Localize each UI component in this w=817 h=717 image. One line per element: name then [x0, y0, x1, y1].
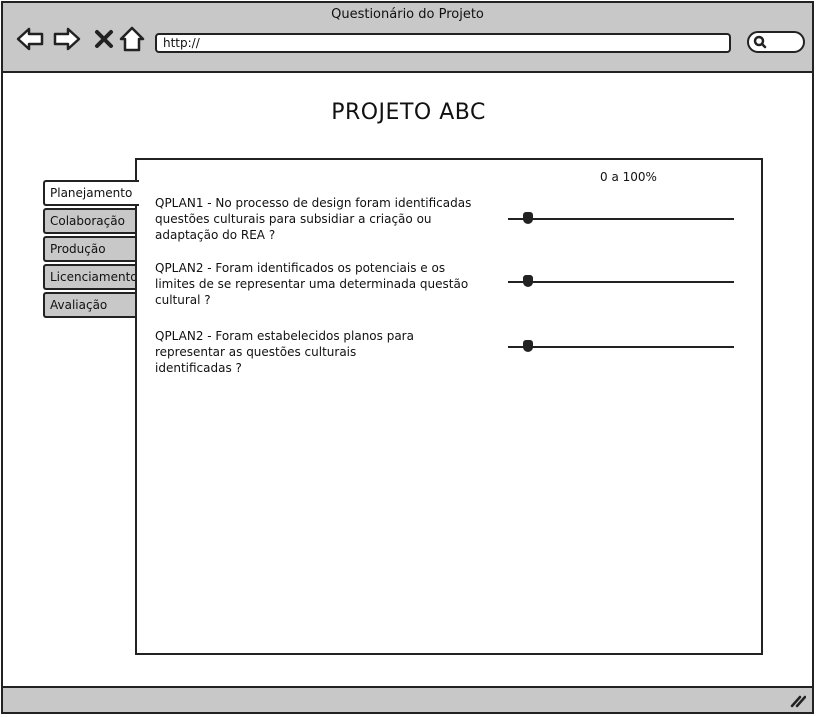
- question-text: QPLAN1 - No processo de design foram ide…: [155, 196, 472, 242]
- question-slider[interactable]: [508, 340, 734, 354]
- close-icon[interactable]: [89, 25, 119, 53]
- slider-track: [508, 346, 734, 348]
- slider-thumb[interactable]: [523, 340, 533, 352]
- tab-colaboracao[interactable]: Colaboração: [43, 208, 137, 234]
- scale-label: 0 a 100%: [600, 170, 657, 184]
- status-bar: [3, 686, 812, 712]
- forward-arrow-icon[interactable]: [52, 25, 82, 53]
- slider-track: [508, 218, 734, 220]
- home-icon[interactable]: [117, 25, 147, 53]
- tab-producao[interactable]: Produção: [43, 236, 137, 262]
- tab-planejamento[interactable]: Planejamento: [43, 180, 139, 206]
- page-title: PROJETO ABC: [331, 100, 486, 125]
- question-slider[interactable]: [508, 275, 734, 289]
- tab-label: Licenciamento: [50, 270, 138, 284]
- back-arrow-icon[interactable]: [15, 25, 45, 53]
- search-icon: [753, 35, 767, 49]
- resize-grip-icon[interactable]: [790, 694, 806, 708]
- slider-thumb[interactable]: [523, 275, 533, 287]
- tab-label: Avaliação: [50, 298, 108, 312]
- question-slider[interactable]: [508, 212, 734, 226]
- question-text: QPLAN2 - Foram identificados os potencia…: [155, 261, 469, 307]
- tab-label: Planejamento: [50, 186, 133, 200]
- tab-label: Produção: [50, 242, 106, 256]
- search-box[interactable]: [747, 31, 805, 53]
- slider-thumb[interactable]: [523, 212, 533, 224]
- tab-avaliacao[interactable]: Avaliação: [43, 292, 137, 318]
- slider-track: [508, 281, 734, 283]
- window-title: Questionário do Projeto: [331, 7, 484, 22]
- browser-toolbar: Questionário do Projeto http://: [3, 3, 812, 73]
- tab-label: Colaboração: [50, 214, 125, 228]
- url-input[interactable]: http://: [155, 33, 731, 53]
- question-text: QPLAN2 - Foram estabelecidos planos para…: [155, 329, 414, 375]
- tab-licenciamento[interactable]: Licenciamento: [43, 264, 138, 290]
